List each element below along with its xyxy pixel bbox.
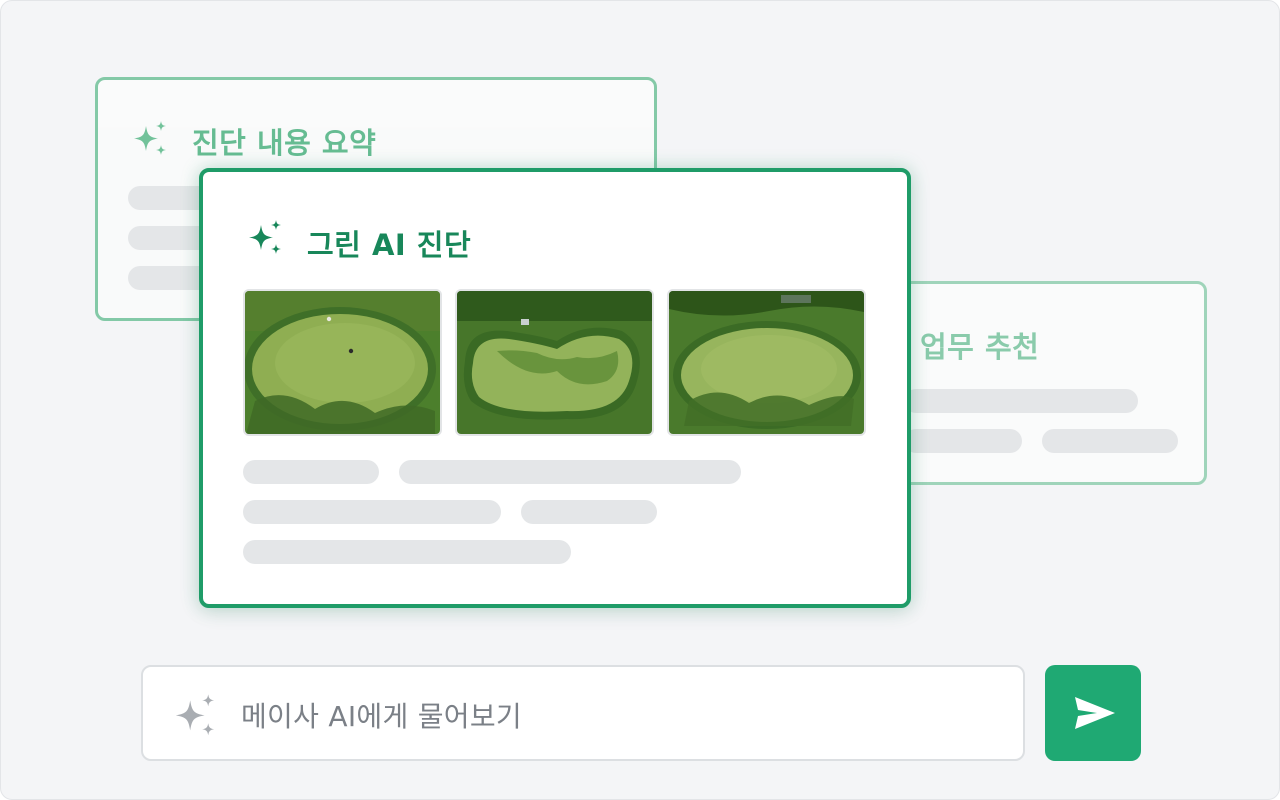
diagnosis-skeleton-line	[521, 500, 657, 524]
golf-green-photo[interactable]	[667, 289, 866, 436]
canvas: 진단 내용 요약 업무 추천 그린 AI 진단 메이사 AI에게 물어보기	[0, 0, 1280, 800]
green-ai-diagnosis-card[interactable]: 그린 AI 진단	[199, 168, 911, 608]
sparkle-icon	[134, 121, 166, 155]
recommendation-card-title: 업무 추천	[920, 330, 1040, 364]
sparkle-icon	[249, 220, 281, 254]
golf-green-photo[interactable]	[243, 289, 442, 436]
diagnosis-skeleton-line	[399, 460, 741, 484]
diagnosis-skeleton-line	[243, 460, 379, 484]
diagnosis-skeleton-line	[243, 500, 501, 524]
recommendation-skeleton-line	[904, 389, 1138, 413]
golf-green-photo[interactable]	[455, 289, 654, 436]
diagnosis-skeleton-line	[243, 540, 571, 564]
send-button[interactable]	[1045, 665, 1141, 761]
sparkle-icon	[175, 694, 215, 736]
ask-ai-placeholder: 메이사 AI에게 물어보기	[241, 700, 522, 733]
send-icon	[1075, 697, 1115, 729]
recommendation-skeleton-line	[904, 429, 1022, 453]
summary-card-title: 진단 내용 요약	[192, 126, 377, 160]
main-card-title: 그린 AI 진단	[307, 228, 472, 262]
ask-ai-input[interactable]: 메이사 AI에게 물어보기	[141, 665, 1025, 761]
task-recommendation-card[interactable]: 업무 추천	[881, 281, 1207, 485]
recommendation-skeleton-line	[1042, 429, 1178, 453]
